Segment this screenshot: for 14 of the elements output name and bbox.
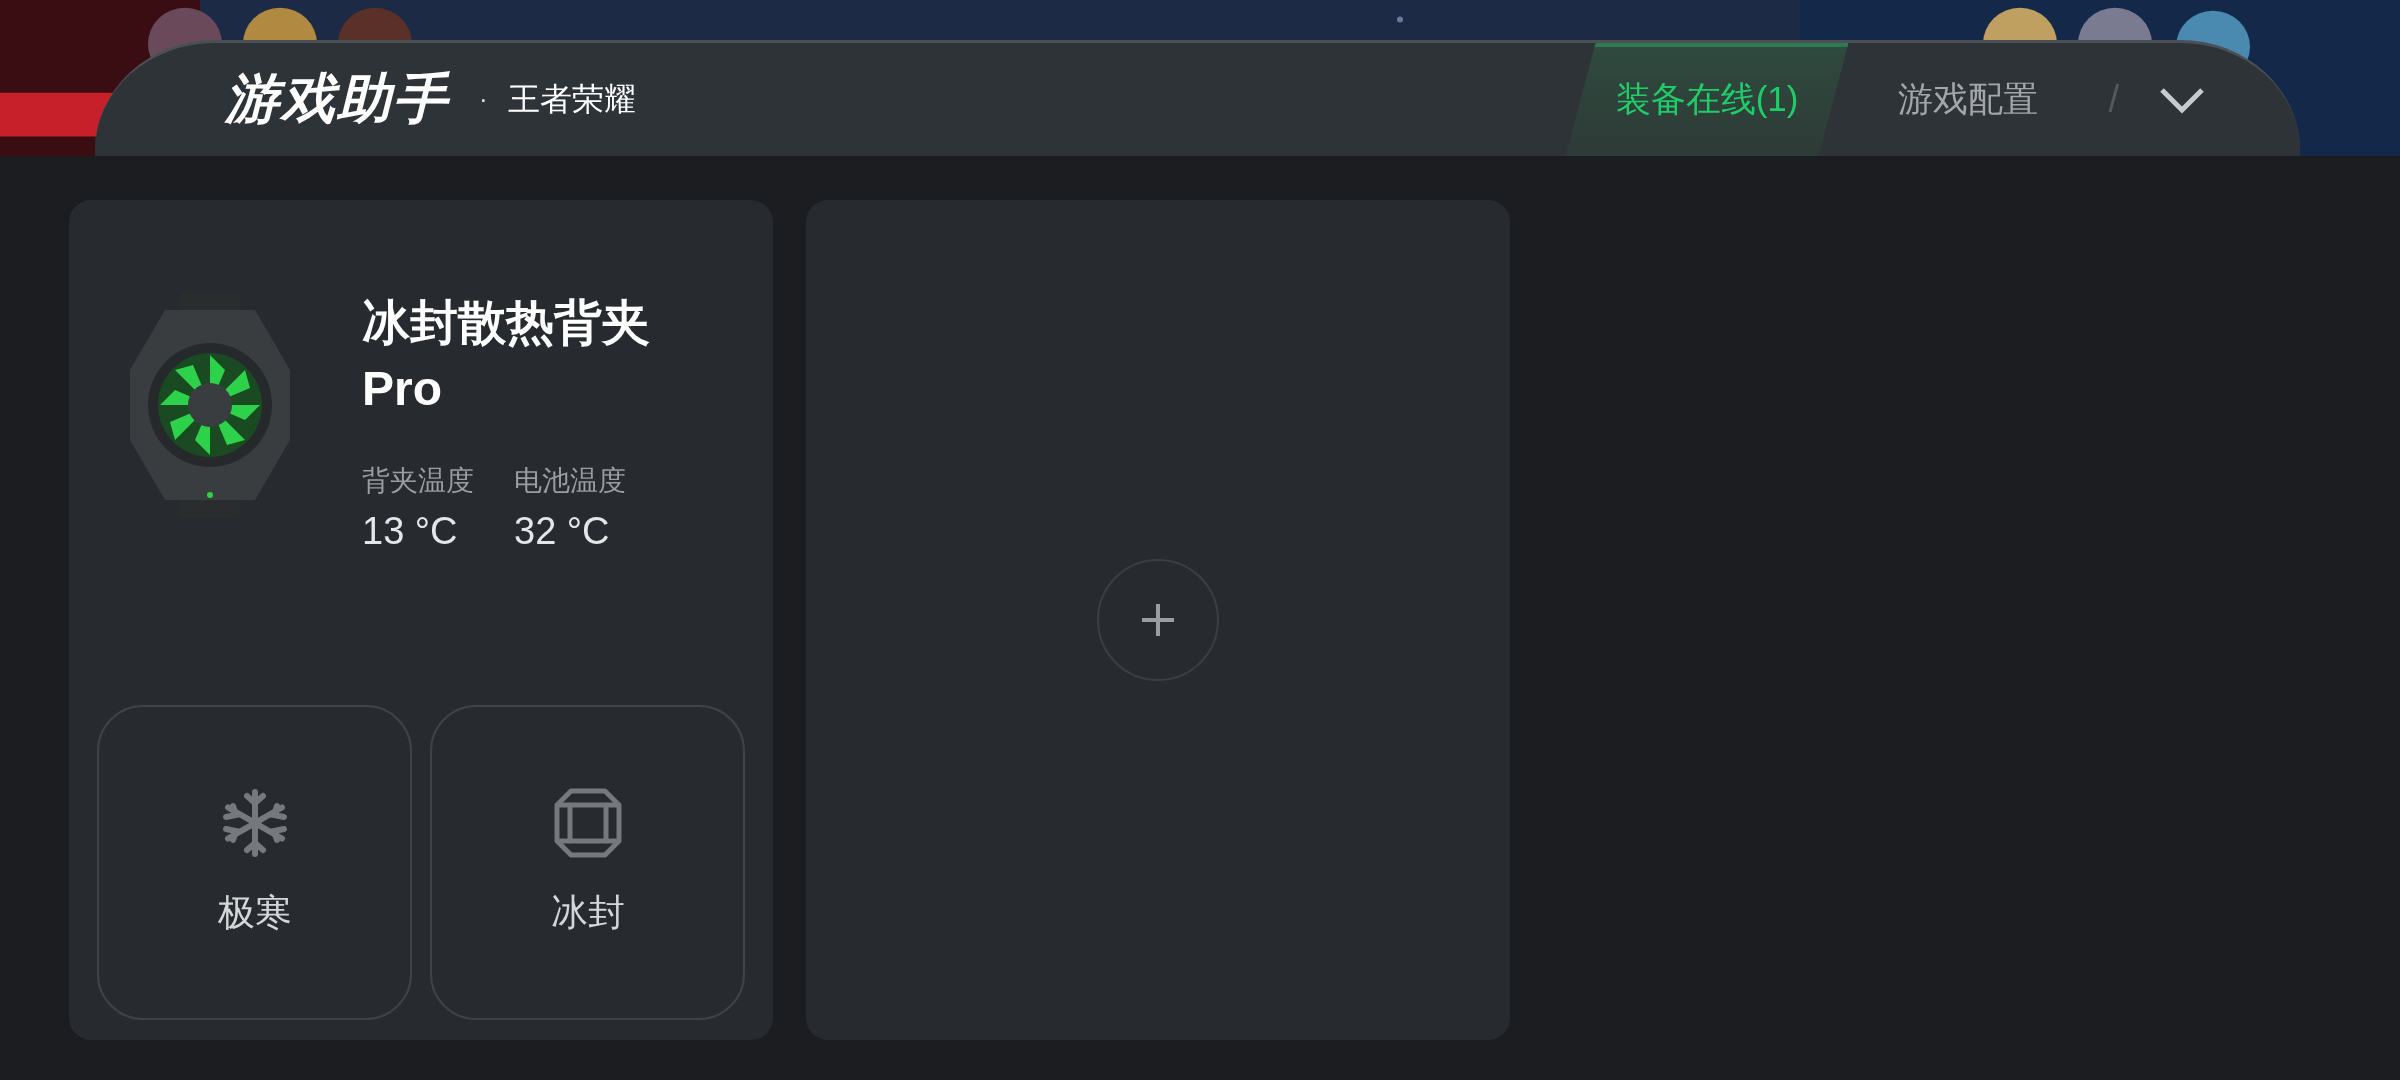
app-logo: 游戏助手: [225, 67, 449, 130]
tab-divider: /: [2108, 78, 2119, 121]
reading-label: 背夹温度: [362, 464, 474, 498]
mode-button[interactable]: 极寒: [97, 705, 412, 1020]
reading-value: 13 °C: [362, 510, 459, 553]
game-name: 王者荣耀: [507, 79, 636, 119]
tab[interactable]: 游戏配置: [1848, 43, 2089, 156]
mode-button[interactable]: 冰封: [430, 705, 745, 1020]
reading-label: 电池温度: [514, 464, 626, 498]
tab[interactable]: 装备在线(1): [1565, 43, 1849, 156]
separator-dot: ·: [479, 84, 488, 115]
gem-icon: [552, 787, 623, 858]
device-name: 冰封散热背夹 Pro: [362, 295, 651, 417]
reading-value: 32 °C: [514, 510, 611, 553]
